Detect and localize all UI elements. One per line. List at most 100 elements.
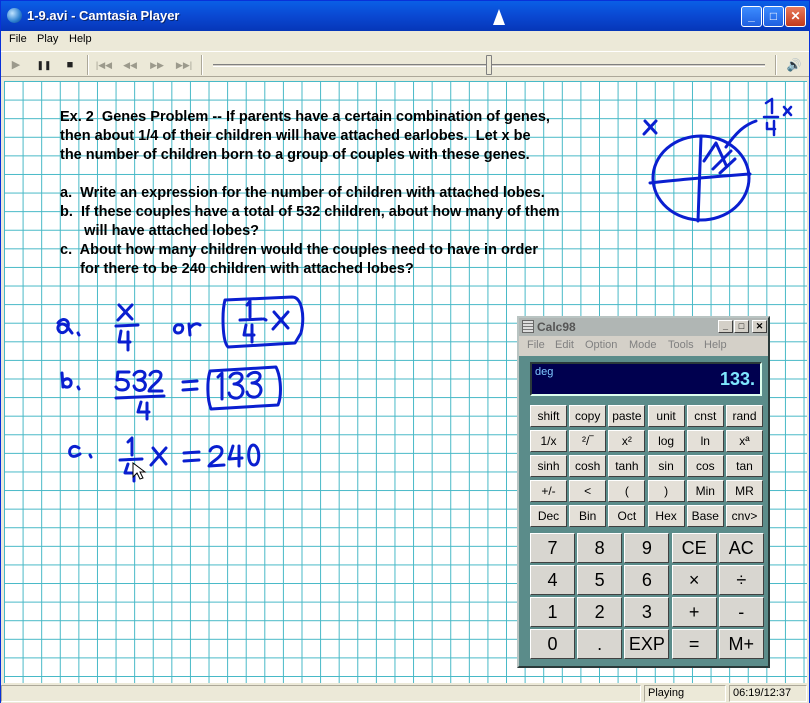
calc-menu-option[interactable]: Option — [585, 339, 617, 351]
angle-mode-indicator: deg — [535, 366, 554, 378]
calc-key[interactable]: sin — [647, 455, 685, 477]
calc-key[interactable]: log — [647, 430, 685, 452]
calc-key[interactable]: ÷ — [718, 565, 764, 595]
calc-key[interactable]: cos — [686, 455, 724, 477]
fraction-bar — [114, 323, 140, 328]
calc-key[interactable]: CE — [671, 533, 717, 563]
calc-key[interactable]: 1/x — [530, 430, 567, 452]
equals-sign — [181, 379, 199, 392]
calc-menu-mode[interactable]: Mode — [629, 339, 657, 351]
calc-menu-edit[interactable]: Edit — [555, 339, 574, 351]
calc-key[interactable]: cosh — [569, 455, 607, 477]
equals-sign — [182, 450, 201, 463]
calc-key[interactable]: Min — [686, 480, 724, 502]
calc-key[interactable]: tan — [726, 455, 763, 477]
calc-key[interactable]: ( — [608, 480, 646, 502]
fraction-bar — [114, 394, 166, 400]
calc-key[interactable]: 7 — [530, 533, 575, 563]
seek-thumb[interactable] — [486, 55, 492, 75]
volume-icon[interactable]: 🔊 — [785, 57, 803, 73]
calc-key[interactable]: cnv> — [726, 505, 763, 527]
calc-maximize-button[interactable]: □ — [734, 320, 749, 333]
status-panel-empty — [1, 685, 641, 702]
close-button[interactable]: ✕ — [785, 6, 806, 27]
answer-b-box — [206, 365, 282, 411]
fast-forward-button[interactable]: ▶▶ — [148, 57, 166, 73]
player-window: 1-9.avi - Camtasia Player _ □ ✕ File Pla… — [0, 0, 810, 703]
menu-play[interactable]: Play — [37, 33, 58, 45]
calc-key[interactable]: copy — [569, 405, 607, 427]
calc-key[interactable]: sinh — [530, 455, 567, 477]
calc-key[interactable]: AC — [718, 533, 764, 563]
handwritten-x — [642, 119, 658, 136]
calc-minimize-button[interactable]: _ — [718, 320, 733, 333]
title-bar[interactable]: 1-9.avi - Camtasia Player _ □ ✕ — [1, 1, 809, 31]
calc-key[interactable]: 3 — [624, 597, 670, 627]
calc-key[interactable]: Oct — [608, 505, 646, 527]
calc-key[interactable]: MR — [726, 480, 763, 502]
playback-toolbar: ▶ ❚❚ ■ |◀◀ ◀◀ ▶▶ ▶▶| 🔊 — [1, 51, 809, 77]
calc-key[interactable]: unit — [647, 405, 685, 427]
minimize-button[interactable]: _ — [741, 6, 762, 27]
numerator-1 — [126, 436, 134, 457]
toolbar-separator — [201, 55, 203, 75]
calc-key[interactable]: ln — [686, 430, 724, 452]
calc-key[interactable]: ) — [647, 480, 685, 502]
calc-key[interactable]: x² — [608, 430, 646, 452]
answer-b-value — [216, 370, 263, 401]
pause-button[interactable]: ❚❚ — [35, 57, 53, 73]
calc-key[interactable]: × — [671, 565, 717, 595]
calc-key[interactable]: 9 — [624, 533, 670, 563]
denominator-4 — [136, 400, 151, 421]
calc-key[interactable]: 4 — [530, 565, 575, 595]
stop-button[interactable]: ■ — [61, 57, 79, 73]
calc-key[interactable]: . — [577, 629, 623, 659]
answer-a-expression — [238, 299, 290, 344]
menu-help[interactable]: Help — [69, 33, 92, 45]
video-frame[interactable]: Ex. 2 Genes Problem -- If parents have a… — [4, 81, 807, 683]
calc-key[interactable]: 6 — [624, 565, 670, 595]
calc-key[interactable]: Dec — [530, 505, 567, 527]
maximize-button[interactable]: □ — [763, 6, 784, 27]
calc-key[interactable]: +/- — [530, 480, 567, 502]
calc-key[interactable]: 1 — [530, 597, 575, 627]
calc-key[interactable]: Bin — [569, 505, 607, 527]
calc-menu-help[interactable]: Help — [704, 339, 727, 351]
calc-key[interactable]: Base — [686, 505, 724, 527]
calc-key[interactable]: shift — [530, 405, 567, 427]
circle-diagram — [642, 97, 793, 223]
calc-key[interactable]: 0 — [530, 629, 575, 659]
calc-key[interactable]: xª — [726, 430, 763, 452]
calc-key[interactable]: + — [671, 597, 717, 627]
calc-menu-file[interactable]: File — [527, 339, 545, 351]
calc-key[interactable]: rand — [726, 405, 763, 427]
digit-4 — [117, 329, 132, 352]
calc-key[interactable]: 2 — [577, 597, 623, 627]
calc98-window[interactable]: Calc98 _ □ ✕ File Edit Option Mode Tools… — [517, 316, 770, 668]
calc-key[interactable]: cnst — [686, 405, 724, 427]
calc-key[interactable]: < — [569, 480, 607, 502]
calc-menu-tools[interactable]: Tools — [668, 339, 694, 351]
camtasia-app-icon[interactable] — [7, 8, 22, 23]
calc-key[interactable]: Hex — [647, 505, 685, 527]
variable-x — [149, 446, 168, 467]
go-to-start-button[interactable]: |◀◀ — [93, 57, 115, 73]
calc-key[interactable]: ²/‾ — [569, 430, 607, 452]
calc-key[interactable]: tanh — [608, 455, 646, 477]
menu-file[interactable]: File — [9, 33, 27, 45]
calc-title-bar[interactable]: Calc98 _ □ ✕ — [519, 318, 768, 336]
calc-title: Calc98 — [537, 320, 576, 334]
calc-key[interactable]: = — [671, 629, 717, 659]
calc-key[interactable]: 8 — [577, 533, 623, 563]
calc-key[interactable]: EXP — [624, 629, 670, 659]
calc-key[interactable]: M+ — [718, 629, 764, 659]
calc-close-button[interactable]: ✕ — [752, 320, 767, 333]
value-240 — [207, 443, 261, 468]
rewind-button[interactable]: ◀◀ — [121, 57, 139, 73]
calc-key[interactable]: - — [718, 597, 764, 627]
calc-key[interactable]: 5 — [577, 565, 623, 595]
play-button[interactable]: ▶ — [7, 57, 25, 73]
calc-key[interactable]: paste — [608, 405, 646, 427]
go-to-end-button[interactable]: ▶▶| — [173, 57, 195, 73]
fraction-bar — [118, 457, 144, 462]
